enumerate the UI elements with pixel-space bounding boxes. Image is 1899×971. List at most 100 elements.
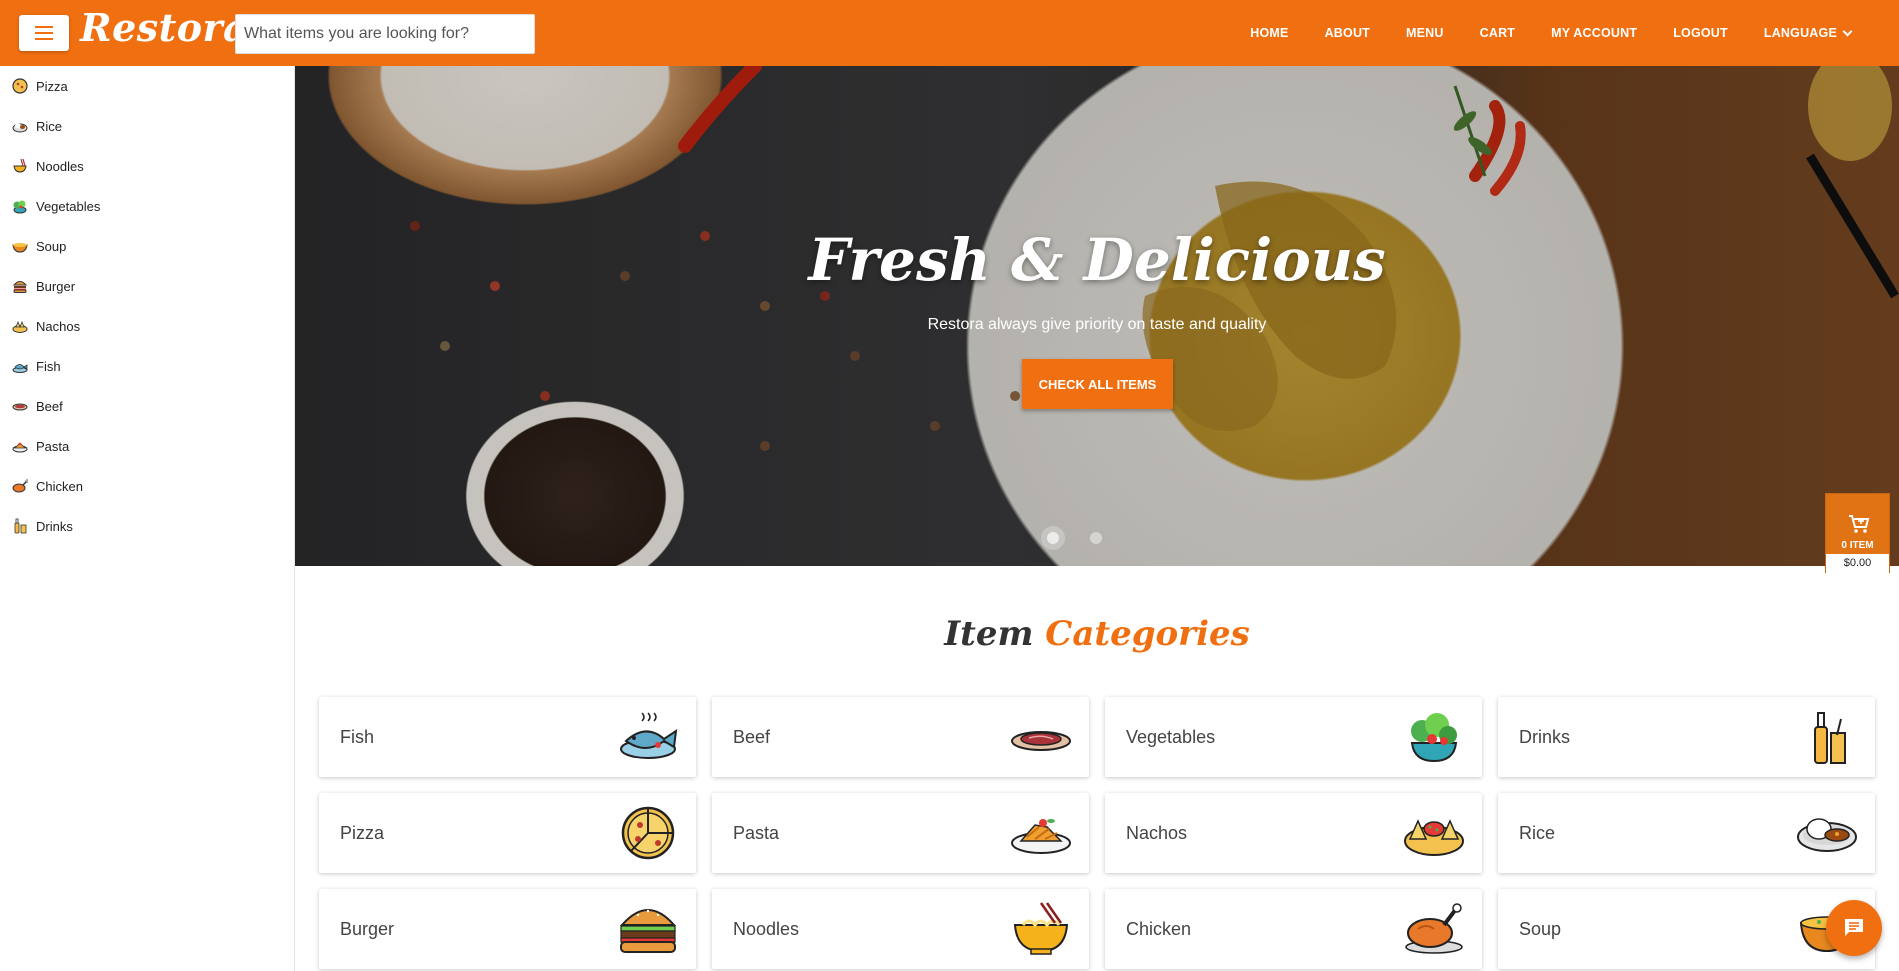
sidebar-item-label: Burger bbox=[36, 278, 76, 294]
sidebar-item-nachos[interactable]: Nachos bbox=[0, 306, 295, 346]
category-card-label: Vegetables bbox=[1126, 727, 1216, 747]
hero-title: Fresh & Delicious bbox=[808, 226, 1386, 294]
menu-icon-bar bbox=[35, 38, 53, 40]
chevron-down-icon bbox=[1842, 26, 1853, 36]
sidebar-item-vegetables[interactable]: Vegetables bbox=[0, 186, 295, 226]
category-card-burger[interactable]: Burger bbox=[319, 889, 696, 969]
sidebar-item-label: Nachos bbox=[36, 318, 81, 334]
sidebar-item-label: Pizza bbox=[36, 78, 68, 94]
menu-icon bbox=[35, 26, 53, 28]
carousel-dot-1[interactable] bbox=[1047, 532, 1059, 544]
chat-icon bbox=[1843, 917, 1865, 944]
burger-icon bbox=[12, 278, 28, 294]
burger-icon bbox=[618, 901, 678, 957]
nav-logout[interactable]: LOGOUT bbox=[1655, 26, 1746, 40]
nav-language[interactable]: LANGUAGE bbox=[1746, 26, 1899, 40]
soup-icon bbox=[12, 238, 28, 254]
nav-my-account[interactable]: MY ACCOUNT bbox=[1533, 26, 1655, 40]
category-card-label: Burger bbox=[340, 919, 395, 939]
sidebar-item-label: Fish bbox=[36, 358, 61, 374]
category-card-pasta[interactable]: Pasta bbox=[712, 793, 1089, 873]
category-card-label: Nachos bbox=[1126, 823, 1188, 843]
hero-subtitle: Restora always give priority on taste an… bbox=[927, 316, 1267, 333]
sidebar-item-label: Noodles bbox=[36, 158, 84, 174]
category-card-soup[interactable]: Soup bbox=[1498, 889, 1875, 969]
cart-icon bbox=[1848, 514, 1870, 539]
menu-icon-bar bbox=[35, 32, 53, 34]
nachos-icon bbox=[12, 318, 28, 334]
main-nav: HOME ABOUT MENU CART MY ACCOUNT LOGOUT L… bbox=[1232, 0, 1899, 66]
categories-heading: Item Categories bbox=[295, 614, 1899, 654]
carousel-dot-2[interactable] bbox=[1090, 532, 1102, 544]
category-card-rice[interactable]: Rice bbox=[1498, 793, 1875, 873]
sidebar-item-noodles[interactable]: Noodles bbox=[0, 146, 295, 186]
noodles-icon bbox=[12, 158, 28, 174]
drinks-icon bbox=[12, 518, 28, 534]
category-card-nachos[interactable]: Nachos bbox=[1105, 793, 1482, 873]
pasta-icon bbox=[12, 438, 28, 454]
categories-heading-part2: Categories bbox=[1045, 614, 1250, 654]
category-card-beef[interactable]: Beef bbox=[712, 697, 1089, 777]
sidebar-item-label: Beef bbox=[36, 398, 63, 414]
category-card-label: Chicken bbox=[1126, 919, 1192, 939]
sidebar-item-label: Chicken bbox=[36, 478, 83, 494]
cart-total: $0.00 bbox=[1826, 554, 1889, 574]
hero-banner: Fresh & Delicious Restora always give pr… bbox=[295, 66, 1899, 566]
sidebar-item-pizza[interactable]: Pizza bbox=[0, 66, 295, 106]
sidebar-item-pasta[interactable]: Pasta bbox=[0, 426, 295, 466]
sidebar-item-beef[interactable]: Beef bbox=[0, 386, 295, 426]
chicken-icon bbox=[12, 478, 28, 494]
beef-icon bbox=[1011, 709, 1071, 765]
pizza-icon bbox=[12, 78, 28, 94]
pizza-icon bbox=[618, 805, 678, 861]
sidebar-item-label: Drinks bbox=[36, 518, 73, 534]
sidebar-item-label: Soup bbox=[36, 238, 67, 254]
category-card-label: Rice bbox=[1519, 823, 1556, 843]
sidebar-item-rice[interactable]: Rice bbox=[0, 106, 295, 146]
sidebar-item-chicken[interactable]: Chicken bbox=[0, 466, 295, 506]
beef-icon bbox=[12, 398, 28, 414]
cart-item-count: 0 ITEM bbox=[1841, 540, 1874, 551]
category-card-drinks[interactable]: Drinks bbox=[1498, 697, 1875, 777]
category-card-chicken[interactable]: Chicken bbox=[1105, 889, 1482, 969]
drinks-icon bbox=[1797, 709, 1857, 765]
search-input[interactable] bbox=[235, 14, 535, 54]
nav-menu[interactable]: MENU bbox=[1388, 26, 1462, 40]
categories-heading-part1: Item bbox=[944, 614, 1034, 654]
category-card-pizza[interactable]: Pizza bbox=[319, 793, 696, 873]
nav-home[interactable]: HOME bbox=[1232, 26, 1306, 40]
logo[interactable]: Restora bbox=[80, 5, 248, 50]
category-card-noodles[interactable]: Noodles bbox=[712, 889, 1089, 969]
category-card-label: Fish bbox=[340, 727, 375, 747]
rice-icon bbox=[1797, 805, 1857, 861]
category-sidebar: Pizza Rice Noodles Vegetables Soup Burge… bbox=[0, 66, 295, 971]
fish-icon bbox=[12, 358, 28, 374]
category-card-label: Noodles bbox=[733, 919, 800, 939]
fish-icon bbox=[618, 709, 678, 765]
sidebar-item-label: Rice bbox=[36, 118, 63, 134]
noodles-icon bbox=[1011, 901, 1071, 957]
check-all-items-button[interactable]: CHECK ALL ITEMS bbox=[1022, 359, 1173, 409]
pasta-icon bbox=[1011, 805, 1071, 861]
category-card-label: Pasta bbox=[733, 823, 780, 843]
nav-cart[interactable]: CART bbox=[1462, 26, 1534, 40]
sidebar-item-label: Pasta bbox=[36, 438, 70, 454]
sidebar-item-burger[interactable]: Burger bbox=[0, 266, 295, 306]
nav-about[interactable]: ABOUT bbox=[1307, 26, 1388, 40]
category-card-label: Pizza bbox=[340, 823, 385, 843]
chat-button[interactable] bbox=[1826, 900, 1882, 956]
floating-cart[interactable]: 0 ITEM $0.00 bbox=[1825, 493, 1890, 574]
category-card-fish[interactable]: Fish bbox=[319, 697, 696, 777]
category-card-label: Soup bbox=[1519, 919, 1562, 939]
top-navbar: Restora HOME ABOUT MENU CART MY ACCOUNT … bbox=[0, 0, 1899, 66]
sidebar-item-soup[interactable]: Soup bbox=[0, 226, 295, 266]
category-card-vegetables[interactable]: Vegetables bbox=[1105, 697, 1482, 777]
sidebar-item-drinks[interactable]: Drinks bbox=[0, 506, 295, 546]
chicken-icon bbox=[1404, 901, 1464, 957]
hamburger-menu-button[interactable] bbox=[19, 15, 69, 51]
sidebar-item-label: Vegetables bbox=[36, 198, 101, 214]
vegetables-icon bbox=[1404, 709, 1464, 765]
category-card-label: Beef bbox=[733, 727, 771, 747]
category-card-label: Drinks bbox=[1519, 727, 1571, 747]
sidebar-item-fish[interactable]: Fish bbox=[0, 346, 295, 386]
